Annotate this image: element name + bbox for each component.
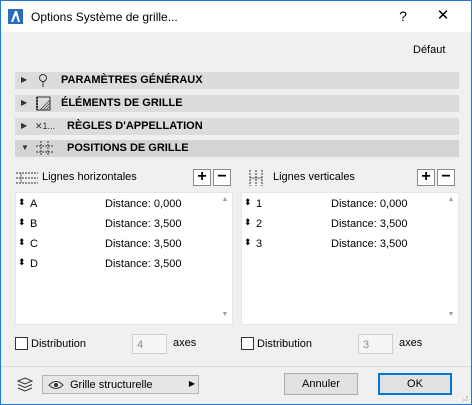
default-button[interactable]: Défaut [413, 44, 445, 56]
table-row[interactable]: ⬍ A Distance: 0,000 [16, 194, 232, 214]
drag-handle-icon[interactable]: ⬍ [18, 217, 26, 228]
drag-handle-icon[interactable]: ⬍ [18, 197, 26, 208]
row-name: C [30, 238, 38, 250]
layer-dropdown[interactable]: Grille structurelle ▶ [42, 375, 199, 394]
title-bar: Options Système de grille... ? ✕ [1, 1, 471, 32]
vertical-distribution-row: Distribution 3 axes [241, 334, 451, 354]
section-positions-de-grille[interactable]: ▼ POSITIONS DE GRILLE [15, 140, 459, 157]
remove-vertical-button[interactable]: − [437, 169, 455, 186]
close-button[interactable]: ✕ [433, 6, 453, 26]
horizontal-lines-icon [16, 172, 38, 184]
row-distance[interactable]: Distance: 3,500 [331, 218, 407, 230]
vertical-distribution-label: Distribution [257, 338, 313, 350]
cancel-button[interactable]: Annuler [284, 373, 358, 395]
expand-arrow-icon: ▶ [21, 75, 28, 84]
footer-divider [1, 366, 471, 367]
scroll-down-icon[interactable]: ▼ [446, 311, 456, 321]
collapse-arrow-icon: ▼ [21, 143, 29, 152]
row-distance[interactable]: Distance: 3,500 [105, 218, 181, 230]
add-horizontal-button[interactable]: + [193, 169, 211, 186]
vertical-lines-icon [249, 170, 263, 186]
row-name: 1 [256, 198, 263, 210]
remove-horizontal-button[interactable]: − [213, 169, 231, 186]
section-label: PARAMÈTRES GÉNÉRAUX [61, 74, 203, 86]
table-row[interactable]: ⬍ C Distance: 3,500 [16, 234, 232, 254]
help-button[interactable]: ? [393, 6, 413, 26]
grid-position-icon [36, 141, 53, 156]
table-row[interactable]: ⬍ D Distance: 3,500 [16, 254, 232, 274]
scroll-up-icon[interactable]: ▲ [446, 196, 456, 206]
table-row[interactable]: ⬍ 2 Distance: 3,500 [242, 214, 458, 234]
row-name: B [30, 218, 38, 230]
section-elements-de-grille[interactable]: ▶ ÉLÉMENTS DE GRILLE [15, 95, 459, 112]
section-label: POSITIONS DE GRILLE [67, 142, 189, 154]
horizontal-axes-field[interactable]: 4 [132, 334, 167, 354]
layer-dropdown-label: Grille structurelle [70, 379, 153, 391]
grid-element-icon [36, 96, 51, 111]
horizontal-lines-header: Lignes horizontales + − [15, 169, 233, 187]
section-label: ÉLÉMENTS DE GRILLE [61, 97, 183, 109]
horizontal-lines-list[interactable]: ⬍ A Distance: 0,000 ⬍ B Distance: 3,500 … [15, 192, 233, 325]
table-row[interactable]: ⬍ B Distance: 3,500 [16, 214, 232, 234]
dialog-window: Options Système de grille... ? ✕ Défaut … [0, 0, 472, 405]
eye-icon [48, 381, 64, 389]
row-distance[interactable]: Distance: 0,000 [331, 198, 407, 210]
row-distance[interactable]: Distance: 3,500 [331, 238, 407, 250]
drag-handle-icon[interactable]: ⬍ [18, 257, 26, 268]
expand-arrow-icon: ▶ [21, 98, 28, 107]
vertical-lines-list[interactable]: ⬍ 1 Distance: 0,000 ⬍ 2 Distance: 3,500 … [241, 192, 459, 325]
vertical-lines-title: Lignes verticales [273, 171, 355, 183]
drag-handle-icon[interactable]: ⬍ [244, 197, 252, 208]
window-title: Options Système de grille... [31, 10, 178, 24]
table-row[interactable]: ⬍ 3 Distance: 3,500 [242, 234, 458, 254]
section-label: RÈGLES D'APPELLATION [67, 120, 203, 132]
vertical-axes-field[interactable]: 3 [358, 334, 393, 354]
expand-arrow-icon: ▶ [21, 121, 28, 130]
horizontal-distribution-row: Distribution 4 axes [15, 334, 215, 354]
vertical-distribution-checkbox[interactable] [241, 337, 254, 350]
horizontal-distribution-checkbox[interactable] [15, 337, 28, 350]
resize-grip-icon[interactable] [459, 392, 469, 402]
drag-handle-icon[interactable]: ⬍ [244, 237, 252, 248]
vertical-lines-header: Lignes verticales + − [246, 169, 459, 187]
row-name: A [30, 198, 38, 210]
row-distance[interactable]: Distance: 3,500 [105, 258, 181, 270]
row-name: D [30, 258, 38, 270]
naming-icon: ✕1... [35, 121, 56, 131]
layers-icon [16, 377, 34, 392]
section-parametres-generaux[interactable]: ▶ PARAMÈTRES GÉNÉRAUX [15, 72, 459, 89]
chevron-right-icon: ▶ [188, 379, 195, 388]
scroll-down-icon[interactable]: ▼ [220, 311, 230, 321]
ok-button[interactable]: OK [378, 373, 452, 395]
row-name: 3 [256, 238, 263, 250]
horizontal-distribution-label: Distribution [31, 338, 87, 350]
archicad-app-icon [8, 9, 23, 24]
table-row[interactable]: ⬍ 1 Distance: 0,000 [242, 194, 458, 214]
vertical-axes-label: axes [399, 337, 423, 349]
section-regles-appellation[interactable]: ▶ ✕1... RÈGLES D'APPELLATION [15, 118, 459, 135]
horizontal-lines-title: Lignes horizontales [42, 171, 137, 183]
row-distance[interactable]: Distance: 3,500 [105, 238, 181, 250]
pin-icon [39, 74, 47, 87]
drag-handle-icon[interactable]: ⬍ [244, 217, 252, 228]
row-name: 2 [256, 218, 263, 230]
horizontal-axes-label: axes [173, 337, 197, 349]
drag-handle-icon[interactable]: ⬍ [18, 237, 26, 248]
row-distance[interactable]: Distance: 0,000 [105, 198, 181, 210]
scroll-up-icon[interactable]: ▲ [220, 196, 230, 206]
add-vertical-button[interactable]: + [417, 169, 435, 186]
